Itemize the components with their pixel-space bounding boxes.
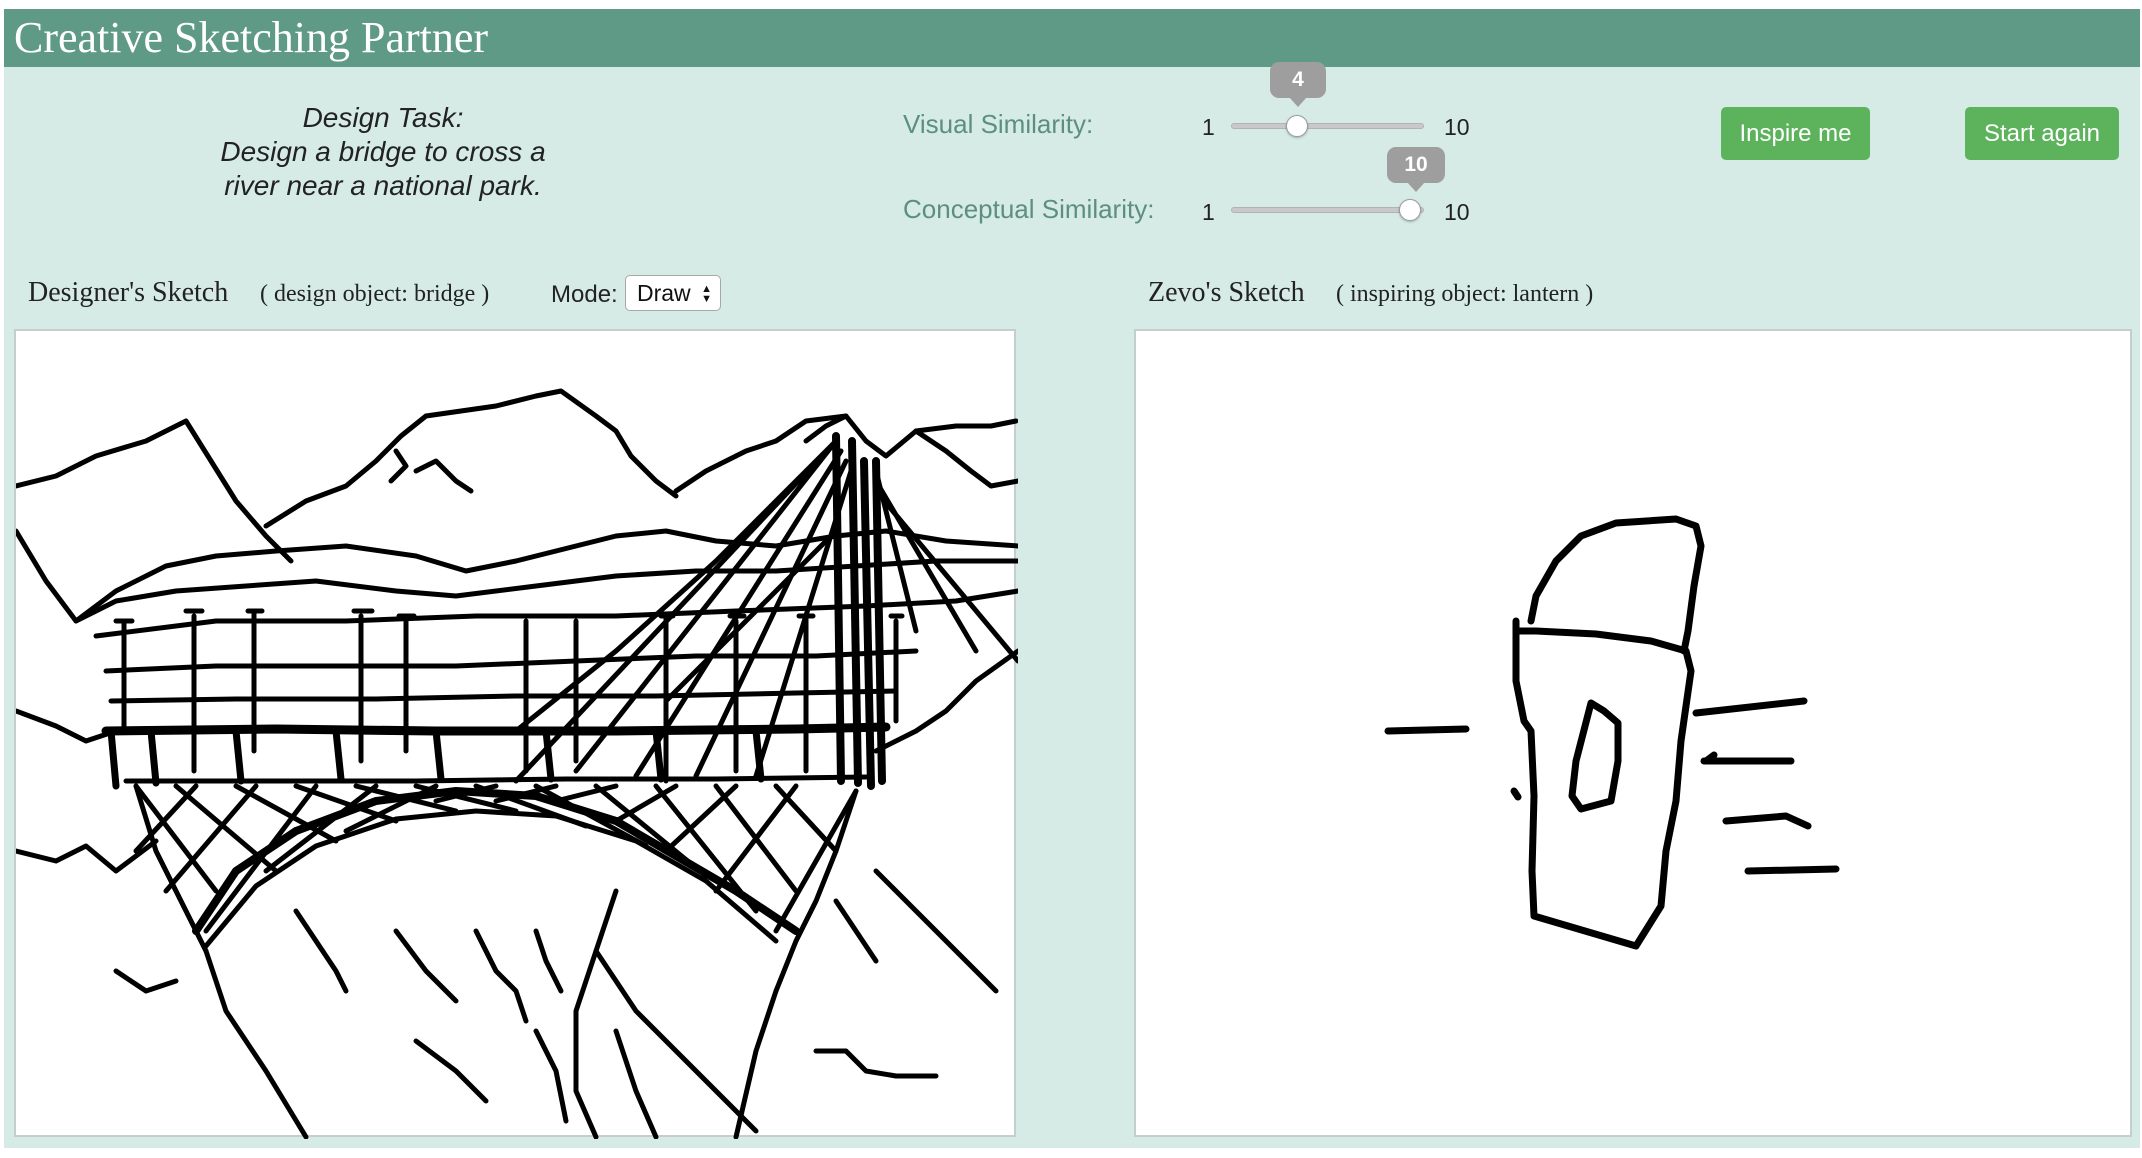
design-task-line-1: Design a bridge to cross a <box>220 136 546 167</box>
design-task-line-2: river near a national park. <box>224 170 542 201</box>
visual-similarity-value: 4 <box>1270 62 1326 107</box>
app-title: Creative Sketching Partner <box>14 13 489 62</box>
bridge-sketch-drawing <box>16 388 1018 1139</box>
conceptual-similarity-label: Conceptual Similarity: <box>903 194 1155 224</box>
designer-sketch-title: Designer's Sketch <box>28 277 229 308</box>
designer-design-object: ( design object: bridge ) <box>260 281 490 307</box>
updown-arrows-icon: ▲ ▼ <box>701 283 712 305</box>
design-task-heading: Design Task: <box>302 102 464 133</box>
conceptual-similarity-value: 10 <box>1387 147 1445 192</box>
visual-similarity-max: 10 <box>1444 114 1470 140</box>
lantern-sketch-drawing <box>1384 515 1840 950</box>
start-again-button[interactable]: Start again <box>1965 107 2119 160</box>
visual-similarity-thumb[interactable] <box>1286 115 1308 137</box>
title-bar: Creative Sketching Partner <box>4 9 2140 67</box>
zevo-sketch-canvas[interactable] <box>1134 329 2132 1137</box>
app-window: Creative Sketching Partner Design Task: … <box>4 9 2140 1148</box>
visual-similarity-label: Visual Similarity: <box>903 109 1094 139</box>
visual-similarity-slider[interactable] <box>1231 123 1424 129</box>
zevo-inspiring-object: ( inspiring object: lantern ) <box>1336 281 1594 307</box>
visual-similarity-min: 1 <box>1202 114 1215 140</box>
mode-select[interactable]: Draw ▲ ▼ <box>625 275 721 311</box>
conceptual-similarity-min: 1 <box>1202 199 1215 225</box>
design-task: Design Task: Design a bridge to cross a … <box>174 101 592 203</box>
conceptual-similarity-thumb[interactable] <box>1399 199 1421 221</box>
mode-select-value: Draw <box>637 280 691 306</box>
designer-sketch-canvas[interactable] <box>14 329 1018 1139</box>
mode-label: Mode: <box>551 281 618 308</box>
zevo-sketch-title: Zevo's Sketch <box>1148 277 1305 308</box>
conceptual-similarity-slider[interactable] <box>1231 207 1424 213</box>
conceptual-similarity-max: 10 <box>1444 199 1470 225</box>
inspire-me-button[interactable]: Inspire me <box>1721 107 1870 160</box>
